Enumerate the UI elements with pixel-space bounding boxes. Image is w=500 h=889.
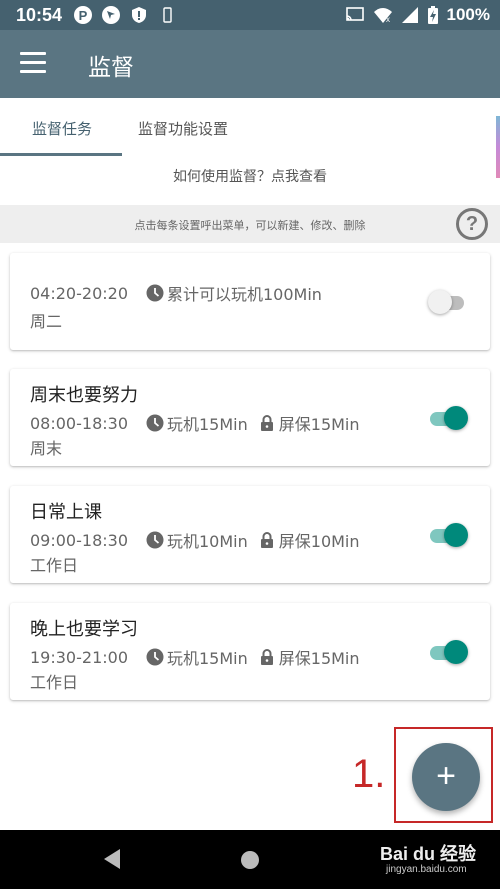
tab-indicator <box>0 153 122 156</box>
watermark-logo: Bai du 经验 <box>380 844 477 864</box>
watermark-url: jingyan.baidu.com <box>386 864 467 875</box>
tab-supervision-tasks[interactable]: 监督任务 <box>32 118 92 139</box>
tab-supervision-settings[interactable]: 监督功能设置 <box>138 118 228 139</box>
clock-icon <box>146 284 164 302</box>
add-task-button[interactable]: + <box>412 743 480 811</box>
lock-icon <box>260 532 273 548</box>
phone-outline-icon <box>163 7 172 23</box>
tab-bar: 监督任务 监督功能设置 <box>0 98 500 156</box>
clock-icon <box>146 648 164 666</box>
task-card[interactable]: 周末也要努力 08:00-18:30 玩机15Min 屏保15Min 周末 <box>10 369 490 466</box>
back-icon[interactable] <box>102 848 122 870</box>
card-screensaver-limit: 屏保15Min <box>278 649 360 668</box>
card-details: 08:00-18:30 玩机15Min 屏保15Min <box>30 411 370 435</box>
card-title: 晚上也要学习 <box>30 619 138 640</box>
app-bar: 监督 <box>0 30 500 98</box>
status-time: 10:54 <box>16 5 63 25</box>
card-play-limit: 玩机15Min <box>167 649 248 668</box>
p-icon: P <box>74 6 92 24</box>
card-time: 19:30-21:00 <box>30 647 128 667</box>
task-card[interactable]: 日常上课 09:00-18:30 玩机10Min 屏保10Min 工作日 <box>10 486 490 583</box>
task-toggle[interactable] <box>428 405 468 431</box>
svg-text:P: P <box>79 8 88 23</box>
hint-strip: 点击每条设置呼出菜单，可以新建、修改、删除 ? <box>0 205 500 243</box>
card-time: 09:00-18:30 <box>30 530 128 550</box>
card-title: 日常上课 <box>30 502 102 523</box>
help-icon[interactable]: ? <box>456 208 488 240</box>
card-days: 工作日 <box>30 673 79 692</box>
hamburger-menu-icon[interactable] <box>20 52 46 74</box>
lock-icon <box>260 649 273 665</box>
card-screensaver-limit: 屏保10Min <box>278 532 360 551</box>
battery-percentage: 100% <box>446 5 490 24</box>
task-card[interactable]: 晚上也要学习 19:30-21:00 玩机15Min 屏保15Min 工作日 <box>10 603 490 700</box>
card-screensaver-limit: 屏保15Min <box>278 415 360 434</box>
page-title: 监督 <box>88 55 134 81</box>
task-toggle[interactable] <box>428 289 468 315</box>
task-toggle[interactable] <box>428 522 468 548</box>
home-icon[interactable] <box>241 851 259 869</box>
card-details: 19:30-21:00 玩机15Min 屏保15Min <box>30 645 370 669</box>
navigation-icon <box>102 6 120 24</box>
card-time: 04:20-20:20 <box>30 283 128 303</box>
card-days: 周末 <box>30 439 63 458</box>
clock-icon <box>146 531 164 549</box>
card-time: 08:00-18:30 <box>30 413 128 433</box>
card-play-limit: 玩机15Min <box>167 415 248 434</box>
status-left-icons: P <box>74 6 176 24</box>
card-play-limit: 玩机10Min <box>167 532 248 551</box>
card-details: 04:20-20:20 累计可以玩机100Min <box>30 281 332 305</box>
status-right-icons: x 100% <box>345 5 490 25</box>
wifi-icon: x <box>373 8 392 24</box>
battery-charging-icon <box>427 6 438 24</box>
shield-icon <box>132 7 146 23</box>
how-to-use-link[interactable]: 如何使用监督？点我查看 <box>0 166 500 186</box>
clock-icon <box>146 414 164 432</box>
card-days: 周二 <box>30 312 63 331</box>
status-bar: 10:54 P x 100% <box>0 0 500 30</box>
hint-text: 点击每条设置呼出菜单，可以新建、修改、删除 <box>134 219 366 232</box>
task-card[interactable]: 04:20-20:20 累计可以玩机100Min 周二 <box>10 253 490 350</box>
card-days: 工作日 <box>30 556 79 575</box>
cast-icon <box>345 7 364 21</box>
lock-icon <box>260 415 273 431</box>
card-details: 09:00-18:30 玩机10Min 屏保10Min <box>30 528 370 552</box>
task-toggle[interactable] <box>428 639 468 665</box>
navigation-bar: Bai du 经验 jingyan.baidu.com <box>0 830 500 889</box>
card-play-limit: 累计可以玩机100Min <box>167 285 322 304</box>
signal-icon <box>401 7 418 23</box>
svg-text:x: x <box>386 15 390 24</box>
annotation-step-label: 1. <box>352 752 386 796</box>
card-title: 周末也要努力 <box>30 385 138 406</box>
